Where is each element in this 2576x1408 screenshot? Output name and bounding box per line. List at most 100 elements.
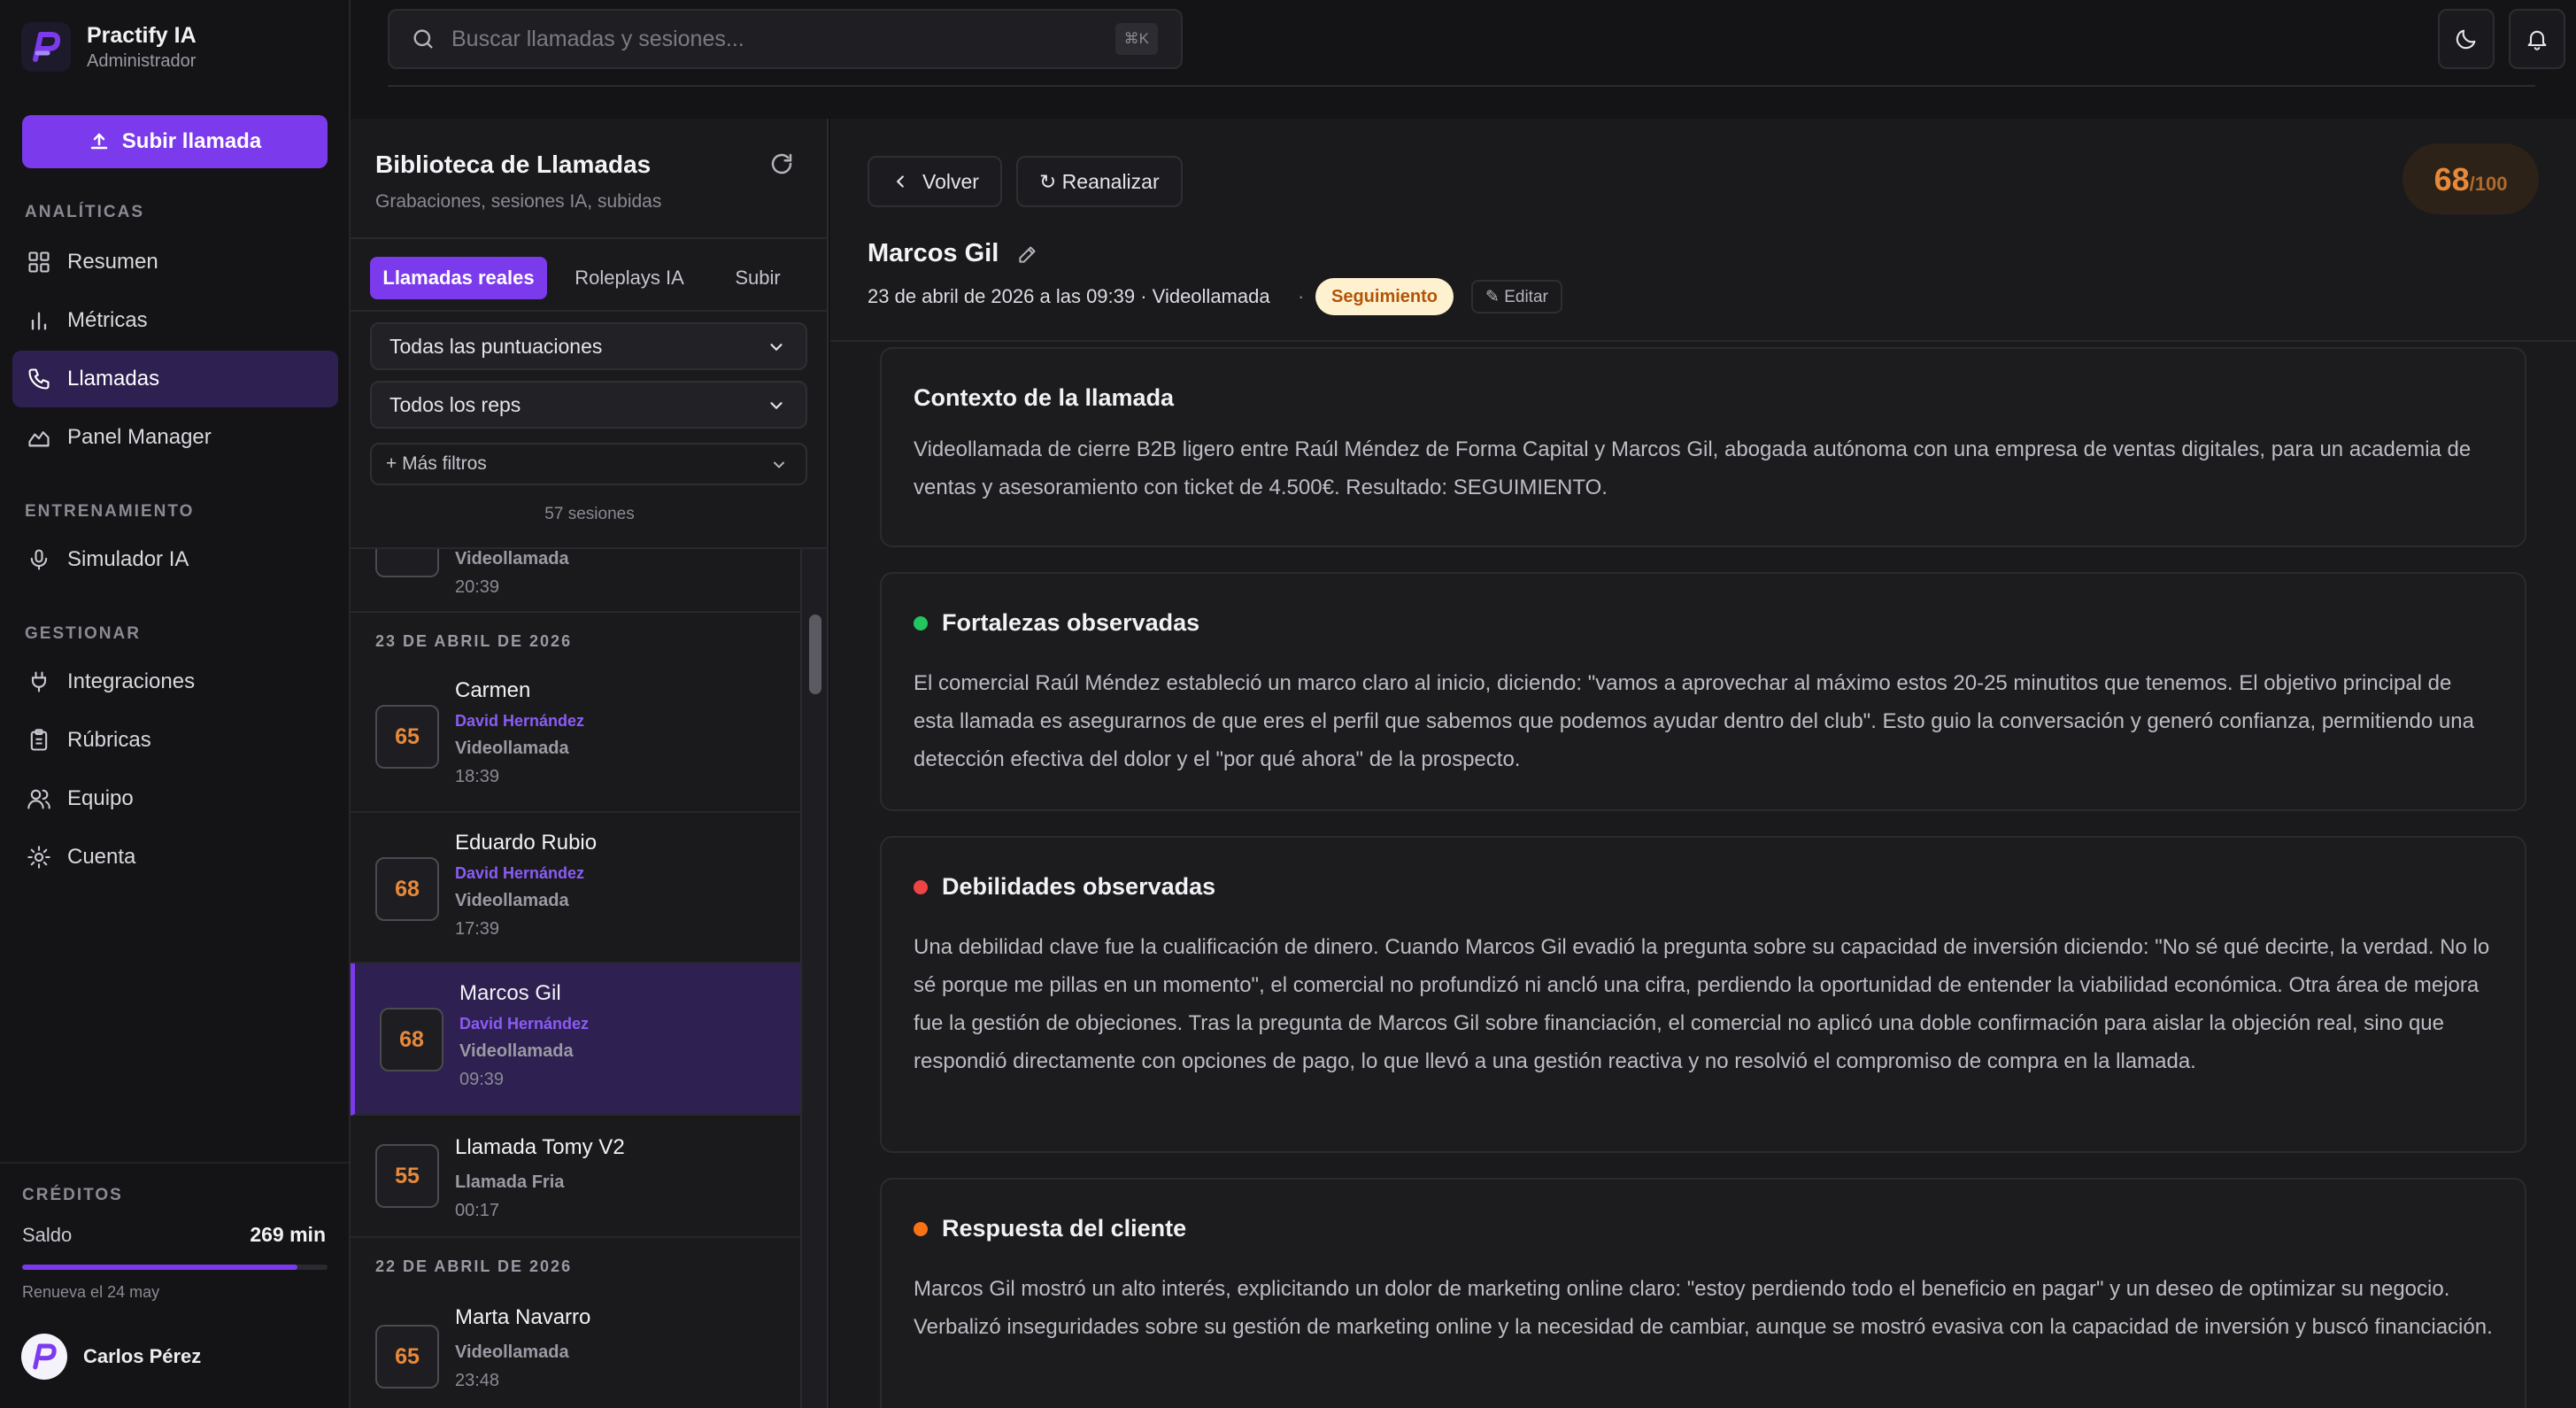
search-input[interactable]: Buscar llamadas y sesiones... ⌘K [388, 9, 1183, 69]
moon-icon [2456, 29, 2476, 50]
call-detail-panel: Volver ↻ Reanalizar 68 /100 Marcos Gil 2… [830, 119, 2576, 1408]
row-type: Videollamada [455, 549, 569, 569]
back-button[interactable]: Volver [868, 156, 1002, 207]
sidebar-item-label: Panel Manager [67, 425, 212, 449]
row-rep: David Hernández [459, 1015, 590, 1033]
row-name: Llamada Tomy V2 [455, 1135, 625, 1159]
more-filters-button[interactable]: + Más filtros [370, 443, 807, 485]
sidebar: Practify IA Administrador Subir llamada … [0, 0, 351, 1408]
upload-call-label: Subir llamada [121, 129, 262, 153]
sidebar-item-equipo[interactable]: Equipo [12, 770, 338, 827]
row-type: Videollamada [459, 1041, 574, 1061]
section-analytics: ANALÍTICAS [25, 203, 145, 221]
sidebar-item-simulador[interactable]: Simulador IA [12, 531, 338, 588]
divider [830, 340, 2576, 342]
phone-icon [28, 368, 50, 390]
sidebar-item-panel-manager[interactable]: Panel Manager [12, 409, 338, 466]
table-row[interactable]: 65 Carmen David Hernández Videollamada 1… [351, 661, 800, 813]
score-filter-value: Todas las puntuaciones [389, 334, 603, 358]
sidebar-item-cuenta[interactable]: Cuenta [12, 829, 338, 886]
tab-roleplays-ia[interactable]: Roleplays IA [556, 257, 703, 299]
avatar [21, 1334, 67, 1380]
theme-toggle-button[interactable] [2438, 9, 2495, 69]
search-icon [413, 29, 433, 49]
date-group-header: 22 DE ABRIL DE 2026 [375, 1257, 573, 1275]
user-name: Carlos Pérez [83, 1345, 202, 1367]
user-profile[interactable]: Carlos Pérez [21, 1334, 201, 1380]
card-body: Marcos Gil mostró un alto interés, expli… [914, 1277, 2493, 1339]
sidebar-item-label: Métricas [67, 308, 148, 332]
sidebar-item-resumen[interactable]: Resumen [12, 234, 338, 290]
score-box: 65 [375, 1325, 439, 1389]
chevron-left-icon [896, 175, 904, 188]
rep-filter-select[interactable]: Todos los reps [370, 381, 807, 429]
sidebar-item-rubricas[interactable]: Rúbricas [12, 712, 338, 769]
card-title: Contexto de la llamada [914, 384, 1174, 412]
card-title: Debilidades observadas [914, 873, 1215, 901]
refresh-icon[interactable] [768, 151, 795, 182]
divider [0, 1162, 349, 1164]
sidebar-item-integraciones[interactable]: Integraciones [12, 654, 338, 710]
divider [351, 310, 829, 312]
chart-line-icon [28, 431, 50, 447]
divider [388, 85, 2535, 87]
sidebar-item-metricas[interactable]: Métricas [12, 292, 338, 349]
tab-llamadas-reales[interactable]: Llamadas reales [370, 257, 547, 299]
date-group-header: 23 DE ABRIL DE 2026 [375, 632, 573, 650]
chevron-down-icon [770, 402, 783, 410]
mic-icon [30, 549, 48, 570]
search-placeholder: Buscar llamadas y sesiones... [451, 26, 744, 51]
table-row[interactable]: 68 Eduardo Rubio David Hernández Videoll… [351, 813, 800, 963]
orange-dot-icon [914, 1221, 928, 1236]
app-role: Administrador [87, 51, 197, 71]
row-name: Eduardo Rubio [455, 831, 598, 855]
row-time: 20:39 [455, 577, 500, 597]
sidebar-item-label: Simulador IA [67, 547, 189, 571]
table-row[interactable]: 55 Llamada Tomy V2 Llamada Fria 00:17 [351, 1116, 800, 1238]
table-row[interactable]: 65 Marta Navarro Videollamada 23:48 [351, 1286, 800, 1408]
table-row-selected[interactable]: 68 Marcos Gil David Hernández Videollama… [351, 963, 800, 1116]
back-label: Volver [922, 169, 979, 193]
upload-call-button[interactable]: Subir llamada [22, 115, 328, 168]
tab-subir[interactable]: Subir [708, 257, 807, 299]
bar-chart-icon [31, 312, 47, 330]
call-library-panel: Biblioteca de Llamadas Grabaciones, sesi… [351, 119, 829, 1408]
edit-status-button[interactable]: ✎ Editar [1471, 280, 1562, 313]
library-subtitle: Grabaciones, sesiones IA, subidas [375, 191, 662, 212]
table-row[interactable]: Videollamada 20:39 [351, 549, 800, 613]
card-body: El comercial Raúl Méndez estableció un m… [914, 671, 2474, 771]
sidebar-item-llamadas[interactable]: Llamadas [12, 351, 338, 407]
upload-icon [90, 133, 108, 150]
row-rep: David Hernández [455, 864, 585, 882]
clipboard-icon [30, 729, 48, 751]
sidebar-item-label: Resumen [67, 250, 158, 274]
card-body: Una debilidad clave fue la cualificación… [914, 935, 2490, 1073]
sidebar-item-label: Rúbricas [67, 728, 151, 752]
score-box: 68 [380, 1008, 443, 1071]
notifications-button[interactable] [2509, 9, 2565, 69]
saldo-value: 269 min [250, 1223, 326, 1246]
weaknesses-card: Debilidades observadas Una debilidad cla… [880, 836, 2526, 1153]
more-filters-label: + Más filtros [386, 453, 487, 474]
divider [351, 237, 829, 239]
score-value: 68 [2433, 161, 2470, 197]
row-name: Marta Navarro [455, 1305, 591, 1329]
scrollbar-thumb[interactable] [809, 615, 821, 694]
section-training: ENTRENAMIENTO [25, 502, 195, 521]
card-title-text: Contexto de la llamada [914, 384, 1175, 411]
call-meta: 23 de abril de 2026 a las 09:39 · Videol… [868, 285, 1270, 307]
practify-logo-icon [21, 22, 71, 72]
reanalyze-label: ↻ Reanalizar [1039, 169, 1160, 193]
card-title: Respuesta del cliente [914, 1215, 1186, 1242]
row-time: 00:17 [455, 1201, 500, 1220]
row-type: Llamada Fria [455, 1172, 565, 1192]
bell-icon [2527, 30, 2547, 50]
card-title-text: Debilidades observadas [942, 873, 1216, 900]
scrollbar[interactable] [800, 549, 827, 1408]
reanalyze-button[interactable]: ↻ Reanalizar [1016, 156, 1183, 207]
pencil-icon[interactable] [1016, 243, 1039, 270]
score-filter-select[interactable]: Todas las puntuaciones [370, 322, 807, 370]
card-title: Fortalezas observadas [914, 609, 1199, 637]
brand[interactable]: Practify IA Administrador [21, 21, 197, 73]
chevron-down-icon [774, 461, 784, 468]
